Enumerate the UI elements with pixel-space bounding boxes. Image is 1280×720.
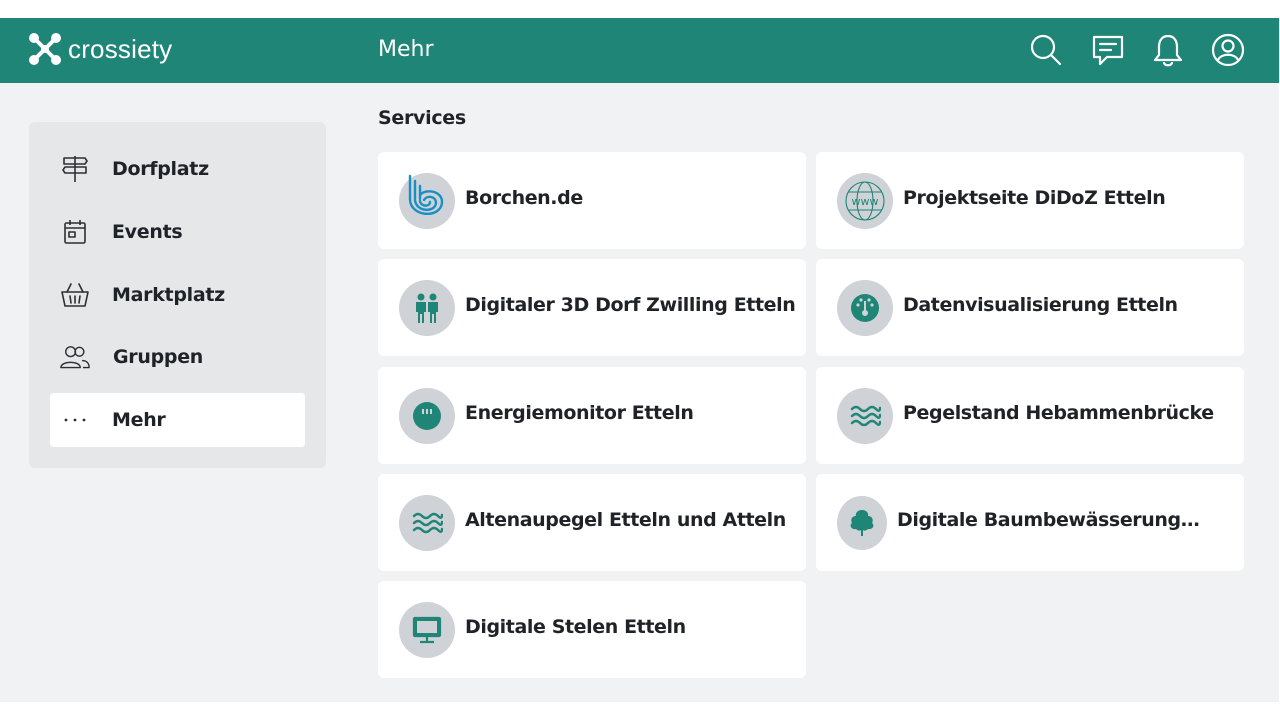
borchen-logo-icon <box>399 173 455 229</box>
sidebar-item-events[interactable]: Events <box>50 205 305 259</box>
sidebar-item-dorfplatz[interactable]: Dorfplatz <box>50 142 305 196</box>
bell-icon <box>1153 34 1183 67</box>
sidebar-item-label: Gruppen <box>113 346 204 368</box>
chat-icon <box>1092 35 1124 66</box>
services-title: Services <box>378 107 466 129</box>
meter-icon <box>399 388 455 444</box>
sidebar-item-gruppen[interactable]: Gruppen <box>50 330 305 384</box>
people-icon <box>399 280 455 336</box>
signpost-icon <box>60 155 90 183</box>
profile-button[interactable] <box>1210 32 1246 68</box>
sidebar-item-label: Marktplatz <box>112 284 225 306</box>
basket-icon <box>60 281 90 309</box>
sidebar-item-marktplatz[interactable]: Marktplatz <box>50 268 305 322</box>
service-label: Altenaupegel Etteln und Atteln <box>465 509 786 531</box>
sidebar-item-label: Mehr <box>112 409 166 431</box>
service-label: Digitaler 3D Dorf Zwilling Etteln <box>465 294 796 316</box>
service-label: Borchen.de <box>465 187 583 209</box>
service-card-projektseite[interactable]: www Projektseite DiDoZ Etteln <box>816 152 1244 249</box>
gauge-icon <box>837 280 893 336</box>
service-card-altenaupegel[interactable]: Altenaupegel Etteln und Atteln <box>378 474 806 571</box>
top-bar: crossiety Mehr <box>0 18 1279 83</box>
tree-icon <box>837 496 887 550</box>
service-card-borchen[interactable]: Borchen.de <box>378 152 806 249</box>
service-card-datenvisualisierung[interactable]: Datenvisualisierung Etteln <box>816 259 1244 356</box>
sidebar-item-label: Dorfplatz <box>112 158 209 180</box>
users-icon <box>60 343 90 371</box>
user-icon <box>1211 33 1245 67</box>
notifications-button[interactable] <box>1150 32 1186 68</box>
monitor-icon <box>399 602 455 658</box>
service-card-pegelstand[interactable]: Pegelstand Hebammenbrücke <box>816 367 1244 464</box>
service-label: Datenvisualisierung Etteln <box>903 294 1178 316</box>
service-label: Digitale Stelen Etteln <box>465 616 686 638</box>
page-title: Mehr <box>378 37 434 62</box>
sidebar-item-label: Events <box>112 221 183 243</box>
service-label: Pegelstand Hebammenbrücke <box>903 402 1214 424</box>
app-name: crossiety <box>68 33 173 64</box>
crossiety-logo-icon <box>29 33 61 65</box>
service-label: Digitale Baumbewässerung… <box>897 509 1200 531</box>
service-label: Energiemonitor Etteln <box>465 402 694 424</box>
waves-icon <box>837 388 893 444</box>
calendar-icon <box>60 218 90 246</box>
service-label: Projektseite DiDoZ Etteln <box>903 187 1166 209</box>
sidebar-item-mehr[interactable]: Mehr <box>50 393 305 447</box>
service-card-baumbewaesserung[interactable]: Digitale Baumbewässerung… <box>816 474 1244 571</box>
svg-text:www: www <box>852 195 879 208</box>
main-area: Dorfplatz Events Marktplatz Gruppen Mehr… <box>0 83 1279 702</box>
search-icon <box>1030 34 1062 66</box>
messages-button[interactable] <box>1090 32 1126 68</box>
sidebar: Dorfplatz Events Marktplatz Gruppen Mehr <box>29 122 326 468</box>
service-card-stelen[interactable]: Digitale Stelen Etteln <box>378 581 806 678</box>
waves-icon <box>399 495 455 551</box>
service-card-3d-zwilling[interactable]: Digitaler 3D Dorf Zwilling Etteln <box>378 259 806 356</box>
search-button[interactable] <box>1028 32 1064 68</box>
crossiety-logo[interactable]: crossiety <box>28 32 172 66</box>
service-card-energiemonitor[interactable]: Energiemonitor Etteln <box>378 367 806 464</box>
more-icon <box>60 406 90 434</box>
globe-www-icon: www <box>837 173 893 229</box>
